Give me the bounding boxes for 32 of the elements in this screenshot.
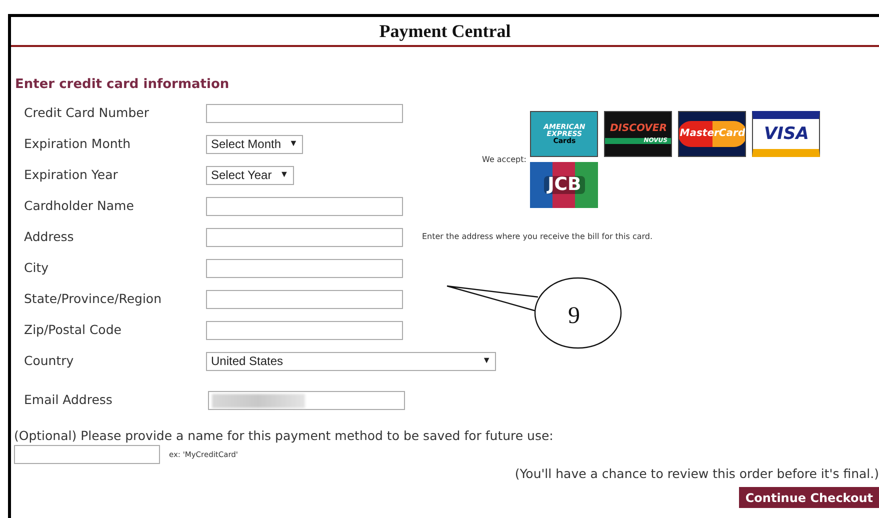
field-label: Expiration Year [23,166,119,184]
text-input-field[interactable] [206,320,403,340]
section-heading: Enter credit card information [15,76,230,94]
review-note: (You'll have a chance to review this order before it's final.) [514,465,879,484]
field-label: Zip/Postal Code [23,320,122,339]
email-input-field[interactable] [208,391,405,410]
text-input-field[interactable] [206,290,403,308]
field-label: Email Address [23,391,114,410]
text-input-field[interactable] [206,258,403,278]
visa-card-logo: VISA [752,111,820,157]
continue-checkout-button[interactable]: Continue Checkout [739,487,879,508]
text-input-field[interactable] [206,228,403,246]
field-label: Address [23,228,75,246]
field-label: City [23,258,50,277]
callout-number: 9 [568,302,580,331]
dropdown-field[interactable]: United States ▼ [206,352,496,370]
save-name-prompt: (Optional) Please provide a name for this payment method to be saved for future use: [14,426,554,445]
we-accept-label: We accept: [482,154,526,166]
dropdown-field[interactable]: Select Year ▼ [206,166,294,184]
jcb-card-logo: JCB [530,162,598,208]
dropdown-field[interactable]: Select Month ▼ [206,134,303,154]
field-label: Credit Card Number [23,104,150,122]
field-label: Expiration Month [23,134,132,153]
field-hint: Enter the address where you receive the bill for this card. [422,231,653,243]
mastercard-logo: MasterCard [678,111,746,157]
field-label: State/Province/Region [23,290,162,308]
field-label: Cardholder Name [23,196,135,215]
payment-name-input-field[interactable] [14,445,160,464]
page-title: Payment Central [379,20,511,43]
text-input-field[interactable] [206,104,403,122]
text-input-field[interactable] [206,196,403,216]
field-label: Country [23,352,75,370]
